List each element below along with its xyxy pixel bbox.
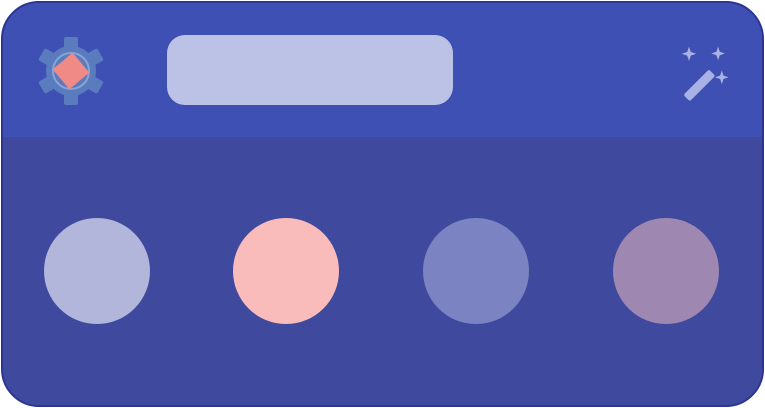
header-bar: [3, 3, 762, 137]
color-swatch-4[interactable]: [613, 218, 719, 324]
color-swatch-2[interactable]: [233, 218, 339, 324]
search-input[interactable]: [167, 35, 453, 105]
color-swatch-1[interactable]: [44, 218, 150, 324]
wand-svg: [681, 46, 729, 101]
color-swatch-row: [3, 137, 762, 405]
settings-gear-icon[interactable]: [36, 36, 106, 106]
gear-svg: [38, 37, 104, 105]
color-swatch-3[interactable]: [423, 218, 529, 324]
app-card: [1, 1, 764, 407]
magic-wand-icon[interactable]: [677, 43, 739, 105]
